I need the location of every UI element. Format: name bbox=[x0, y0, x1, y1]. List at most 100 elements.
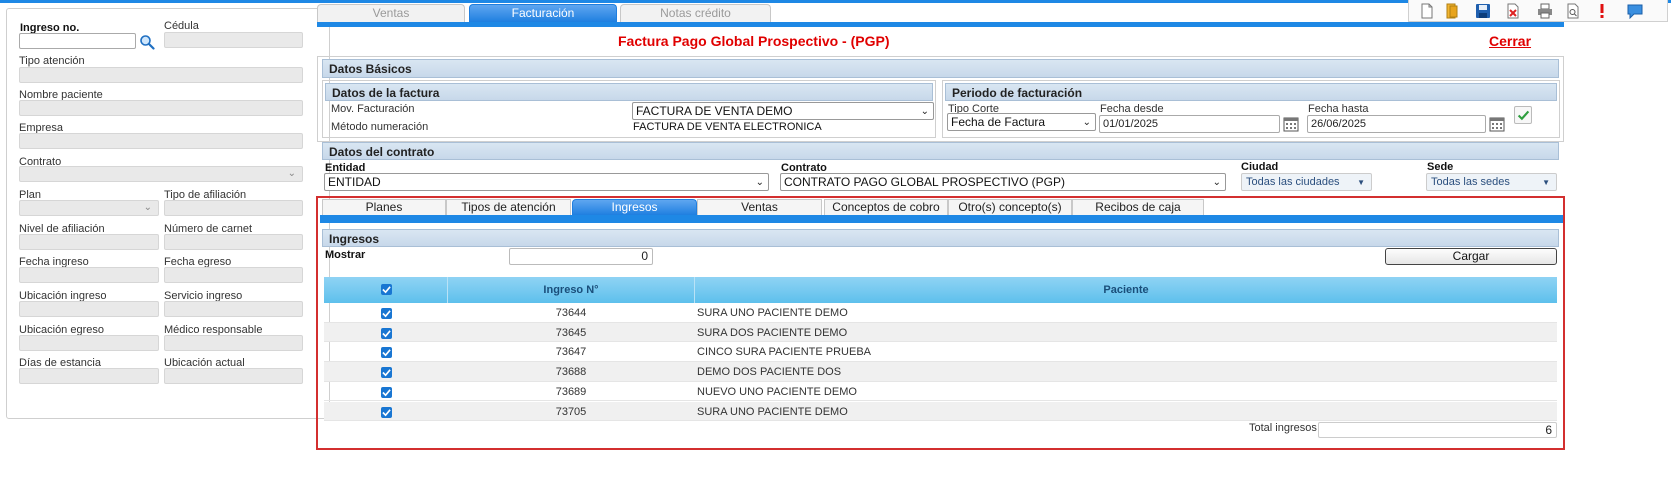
preview-icon[interactable] bbox=[1565, 3, 1581, 19]
nivel-afiliacion-field bbox=[19, 234, 159, 250]
alert-icon[interactable] bbox=[1594, 3, 1610, 19]
row-checkbox[interactable] bbox=[381, 386, 392, 398]
ubicacion-egreso-field bbox=[19, 335, 159, 351]
col-paciente-header: Paciente bbox=[1103, 284, 1149, 296]
chevron-down-icon: ⌄ bbox=[143, 202, 152, 213]
tipo-corte-select[interactable]: Fecha de Factura ⌄ bbox=[947, 113, 1096, 131]
row-checkbox[interactable] bbox=[381, 406, 392, 418]
fecha-desde-input[interactable]: 01/01/2025 bbox=[1099, 115, 1280, 133]
cedula-label: Cédula bbox=[164, 20, 199, 32]
ubicacion-actual-field bbox=[164, 368, 303, 384]
fecha-hasta-label: Fecha hasta bbox=[1308, 103, 1369, 115]
ingresos-header: Ingresos bbox=[322, 229, 1559, 247]
mostrar-input[interactable]: 0 bbox=[509, 248, 653, 265]
row-checkbox[interactable] bbox=[381, 367, 392, 379]
chevron-down-icon: ⌄ bbox=[920, 106, 929, 117]
cell-paciente: SURA UNO PACIENTE DEMO bbox=[697, 307, 848, 319]
table-row[interactable]: 73688 DEMO DOS PACIENTE DOS bbox=[324, 362, 1557, 382]
cell-paciente: SURA DOS PACIENTE DEMO bbox=[697, 326, 848, 339]
apply-period-button[interactable] bbox=[1514, 106, 1532, 124]
ciudad-value: Todas las ciudades bbox=[1246, 176, 1340, 188]
tab-notas-credito[interactable]: Notas crédito bbox=[620, 4, 771, 22]
table-row[interactable]: 73644 SURA UNO PACIENTE DEMO bbox=[324, 303, 1557, 323]
subtab-planes[interactable]: Planes bbox=[322, 199, 446, 215]
cell-paciente: SURA UNO PACIENTE DEMO bbox=[697, 405, 848, 418]
check-icon bbox=[382, 349, 391, 357]
mov-facturacion-select[interactable]: FACTURA DE VENTA DEMO ⌄ bbox=[632, 102, 934, 120]
table-row[interactable]: 73689 NUEVO UNO PACIENTE DEMO bbox=[324, 382, 1557, 402]
subtab-ingresos[interactable]: Ingresos bbox=[572, 199, 697, 215]
subtab-ventas[interactable]: Ventas bbox=[697, 199, 822, 215]
datos-basicos-header: Datos Básicos bbox=[322, 59, 1559, 78]
ubicacion-ingreso-field bbox=[19, 301, 159, 317]
fecha-ingreso-field bbox=[19, 267, 159, 283]
tab-ventas[interactable]: Ventas bbox=[317, 4, 465, 22]
toolbar bbox=[1408, 0, 1668, 22]
cell-ingreso: 73645 bbox=[555, 326, 587, 339]
print-icon[interactable] bbox=[1537, 3, 1553, 19]
caret-down-icon: ▼ bbox=[1542, 178, 1550, 187]
entidad-value: ENTIDAD bbox=[328, 175, 381, 189]
cell-ingreso: 73688 bbox=[555, 366, 587, 379]
empresa-field bbox=[19, 133, 303, 149]
contrato-value: CONTRATO PAGO GLOBAL PROSPECTIVO (PGP) bbox=[784, 175, 1065, 189]
new-document-icon[interactable] bbox=[1419, 3, 1435, 19]
check-icon bbox=[382, 329, 391, 338]
page-title: Factura Pago Global Prospectivo - (PGP) bbox=[618, 33, 890, 49]
subtab-otros-conceptos[interactable]: Otro(s) concepto(s) bbox=[948, 199, 1072, 215]
tipo-atencion-field bbox=[19, 67, 303, 83]
ciudad-label: Ciudad bbox=[1241, 161, 1279, 173]
check-icon bbox=[1517, 110, 1530, 121]
tab-facturacion[interactable]: Facturación bbox=[469, 4, 617, 22]
mov-facturacion-label: Mov. Facturación bbox=[331, 103, 415, 115]
sede-label: Sede bbox=[1427, 161, 1454, 173]
cell-ingreso: 73644 bbox=[555, 307, 587, 319]
fecha-hasta-input[interactable]: 26/06/2025 bbox=[1307, 115, 1486, 133]
subtab-conceptos-cobro[interactable]: Conceptos de cobro bbox=[824, 199, 948, 215]
ciudad-select[interactable]: Todas las ciudades ▼ bbox=[1241, 173, 1372, 191]
metodo-numeracion-value: FACTURA DE VENTA ELECTRONICA bbox=[633, 121, 822, 133]
check-icon bbox=[382, 369, 391, 377]
caret-down-icon: ▼ bbox=[1357, 178, 1365, 187]
row-checkbox[interactable] bbox=[381, 308, 392, 319]
calendar-icon[interactable] bbox=[1489, 116, 1505, 132]
tipo-atencion-label: Tipo atención bbox=[19, 55, 85, 67]
subtab-underline-bar bbox=[320, 215, 1563, 223]
chevron-down-icon: ⌄ bbox=[1212, 177, 1221, 188]
subtab-recibos-caja[interactable]: Recibos de caja bbox=[1072, 199, 1204, 215]
numero-carnet-field bbox=[164, 234, 303, 250]
table-row[interactable]: 73705 SURA UNO PACIENTE DEMO bbox=[324, 401, 1557, 422]
ingreso-input[interactable] bbox=[19, 33, 136, 49]
close-link[interactable]: Cerrar bbox=[1489, 33, 1531, 49]
tipo-corte-value: Fecha de Factura bbox=[951, 115, 1046, 129]
sede-select[interactable]: Todas las sedes ▼ bbox=[1426, 173, 1557, 191]
plan-select: ⌄ bbox=[19, 200, 159, 216]
delete-icon[interactable] bbox=[1505, 3, 1521, 19]
total-ingresos-label: Total ingresos bbox=[1249, 422, 1317, 434]
periodo-facturacion-header: Periodo de facturación bbox=[945, 83, 1557, 101]
chat-icon[interactable] bbox=[1627, 3, 1643, 19]
metodo-numeracion-label: Método numeración bbox=[331, 121, 429, 133]
cell-ingreso: 73647 bbox=[555, 346, 587, 359]
row-checkbox[interactable] bbox=[381, 327, 392, 339]
open-folder-icon[interactable] bbox=[1444, 3, 1460, 19]
mostrar-label: Mostrar bbox=[325, 249, 366, 261]
entidad-select[interactable]: ENTIDAD ⌄ bbox=[324, 173, 769, 191]
check-icon bbox=[382, 310, 391, 318]
search-icon[interactable] bbox=[139, 34, 155, 50]
check-icon bbox=[382, 408, 391, 416]
cargar-button[interactable]: Cargar bbox=[1385, 248, 1557, 265]
table-row[interactable]: 73647 CINCO SURA PACIENTE PRUEBA bbox=[324, 342, 1557, 363]
medico-responsable-field bbox=[164, 335, 303, 351]
table-row[interactable]: 73645 SURA DOS PACIENTE DEMO bbox=[324, 322, 1557, 343]
calendar-icon[interactable] bbox=[1283, 116, 1299, 132]
servicio-ingreso-field bbox=[164, 301, 303, 317]
select-all-checkbox[interactable] bbox=[381, 284, 392, 295]
row-checkbox[interactable] bbox=[381, 347, 392, 359]
datos-factura-header: Datos de la factura bbox=[325, 83, 933, 101]
cedula-field bbox=[164, 32, 303, 48]
save-icon[interactable] bbox=[1475, 3, 1491, 19]
tipo-afiliacion-field bbox=[164, 200, 303, 216]
subtab-tipos-atencion[interactable]: Tipos de atención bbox=[446, 199, 571, 215]
contrato-select[interactable]: CONTRATO PAGO GLOBAL PROSPECTIVO (PGP) ⌄ bbox=[780, 173, 1226, 191]
